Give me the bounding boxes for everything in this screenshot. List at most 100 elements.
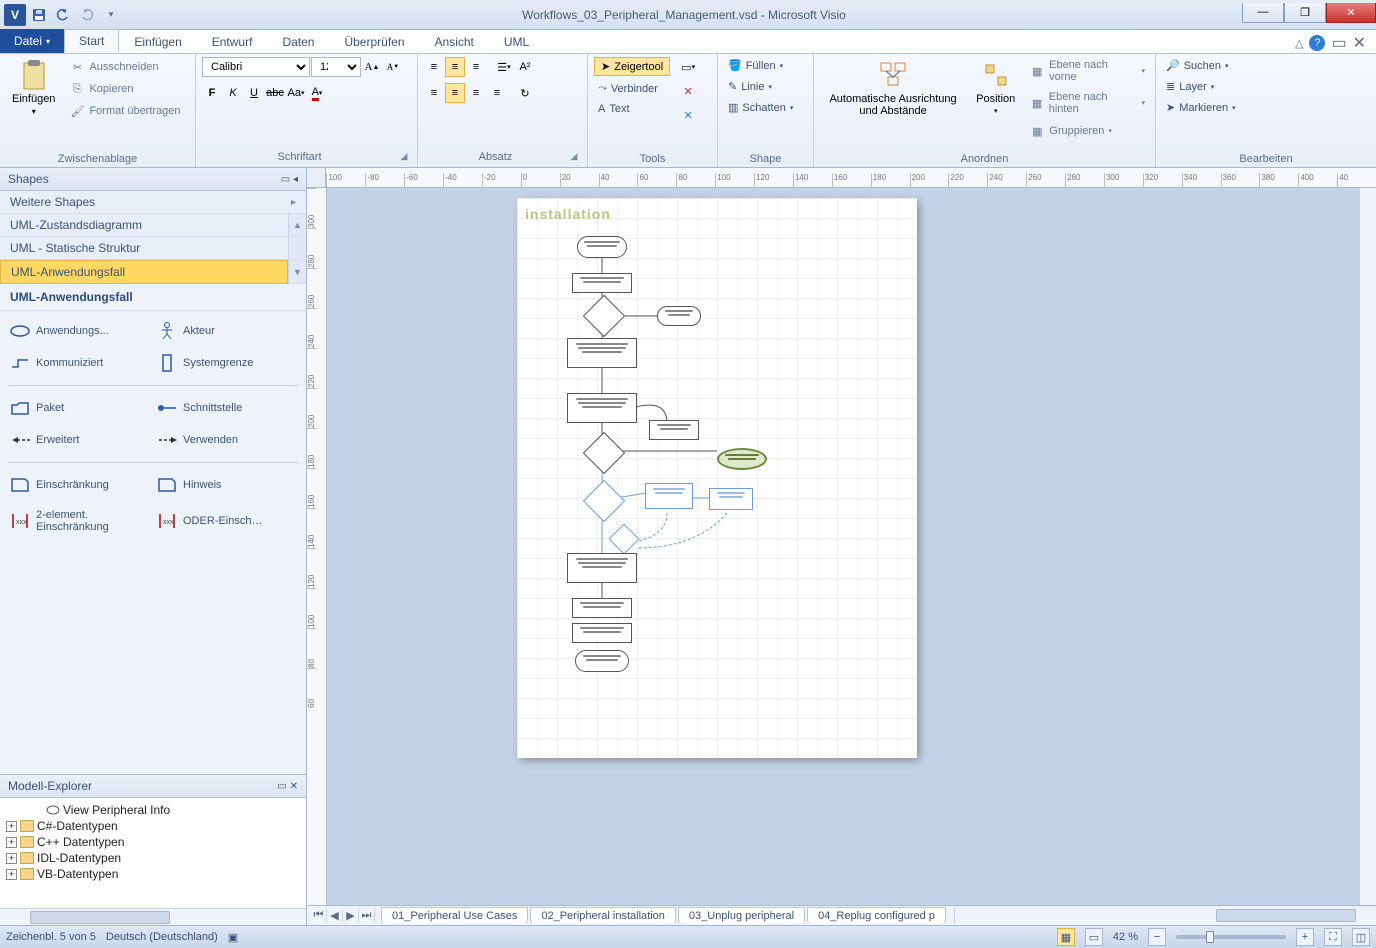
prev-page-button[interactable]: ◀: [327, 909, 343, 922]
font-color-button[interactable]: A▾: [307, 83, 327, 103]
page-tab-scrollbar[interactable]: [954, 907, 1376, 924]
page-tab[interactable]: 03_Unplug peripheral: [678, 907, 805, 924]
shadow-button[interactable]: ▥Schatten▾: [724, 99, 797, 116]
zoom-in-button[interactable]: +: [1296, 928, 1314, 946]
shape-stencil-item[interactable]: Akteur: [155, 317, 298, 345]
expand-icon[interactable]: +: [6, 837, 17, 848]
shape-stencil-item[interactable]: Anwendungs...: [8, 317, 151, 345]
align-bottom-button[interactable]: ≡: [466, 57, 486, 77]
shape-stencil-item[interactable]: Hinweis: [155, 471, 298, 499]
copy-button[interactable]: ⎘Kopieren: [65, 79, 184, 99]
position-button[interactable]: Position▾: [970, 57, 1021, 117]
auto-align-button[interactable]: Automatische Ausrichtung und Abstände: [820, 57, 966, 119]
delete-connector-button[interactable]: ✕: [678, 81, 698, 101]
shape-stencil-item[interactable]: Kommuniziert: [8, 349, 151, 377]
text-tool-button[interactable]: AText: [594, 101, 670, 117]
rectangle-tool-button[interactable]: ▭▾: [678, 57, 698, 77]
stencil-row[interactable]: UML-Anwendungsfall: [0, 260, 288, 284]
bullets-button[interactable]: ☰▾: [494, 57, 514, 77]
macro-record-icon[interactable]: ▣: [228, 931, 238, 944]
stencil-row[interactable]: UML - Statische Struktur: [0, 237, 288, 260]
stencil-scroll-icon[interactable]: ▼: [288, 260, 306, 284]
close-button[interactable]: ✕: [1326, 3, 1376, 23]
case-button[interactable]: Aa▾: [286, 83, 306, 103]
maximize-button[interactable]: ❐: [1284, 3, 1326, 23]
shape-stencil-item[interactable]: Systemgrenze: [155, 349, 298, 377]
drawing-canvas[interactable]: installation: [327, 188, 1359, 905]
redo-icon[interactable]: [76, 4, 98, 26]
last-page-button[interactable]: ⏭: [359, 909, 375, 922]
pane-options-icon[interactable]: ▭ ✕: [277, 781, 298, 792]
tab-entwurf[interactable]: Entwurf: [197, 29, 268, 53]
send-backward-button[interactable]: ▦Ebene nach hinten▾: [1025, 89, 1149, 117]
tree-row[interactable]: +VB-Datentypen: [6, 866, 300, 882]
tree-row[interactable]: View Peripheral Info: [6, 802, 300, 818]
view-fullscreen-button[interactable]: ▭: [1085, 928, 1103, 946]
stencil-scroll-icon[interactable]: [288, 237, 306, 260]
font-size-select[interactable]: 12pt.: [311, 57, 361, 77]
align-top-button[interactable]: ≡: [424, 57, 444, 77]
minimize-button[interactable]: —: [1242, 3, 1284, 23]
underline-button[interactable]: U: [244, 83, 264, 103]
fill-button[interactable]: 🪣Füllen▾: [724, 57, 797, 74]
tab-daten[interactable]: Daten: [267, 29, 329, 53]
qat-more-icon[interactable]: ▾: [100, 4, 122, 26]
shape-stencil-item[interactable]: xxxODER-Einsch…: [155, 503, 298, 539]
view-normal-button[interactable]: ▦: [1057, 928, 1075, 946]
visio-logo-icon[interactable]: V: [4, 4, 26, 26]
connector-tool-button[interactable]: ⤳Verbinder: [594, 80, 670, 97]
align-left-button[interactable]: ≡: [424, 83, 444, 103]
tab-ansicht[interactable]: Ansicht: [420, 29, 489, 53]
zoom-slider[interactable]: [1176, 935, 1286, 939]
page-tab[interactable]: 01_Peripheral Use Cases: [381, 907, 528, 924]
shape-stencil-item[interactable]: Schnittstelle: [155, 394, 298, 422]
zoom-level[interactable]: 42 %: [1113, 931, 1138, 943]
save-icon[interactable]: [28, 4, 50, 26]
stencil-row[interactable]: UML-Zustandsdiagramm: [0, 214, 288, 237]
bring-forward-button[interactable]: ▦Ebene nach vorne▾: [1025, 57, 1149, 85]
select-button[interactable]: ➤Markieren▾: [1162, 99, 1240, 116]
tab-überprüfen[interactable]: Überprüfen: [329, 29, 419, 53]
font-name-select[interactable]: Calibri: [202, 57, 310, 77]
italic-button[interactable]: K: [223, 83, 243, 103]
expand-icon[interactable]: +: [6, 821, 17, 832]
increase-font-button[interactable]: A▲: [362, 57, 382, 77]
tab-start[interactable]: Start: [64, 29, 119, 53]
file-tab[interactable]: Datei ▾: [0, 29, 64, 53]
shape-stencil-item[interactable]: Paket: [8, 394, 151, 422]
dialog-launcher-icon[interactable]: ◢: [567, 151, 581, 165]
shape-stencil-item[interactable]: xxx2-element. Einschränkung: [8, 503, 151, 539]
format-painter-button[interactable]: 🖌Format übertragen: [65, 101, 184, 121]
strike-button[interactable]: abc: [265, 83, 285, 103]
align-right-button[interactable]: ≡: [466, 83, 486, 103]
bold-button[interactable]: F: [202, 83, 222, 103]
layer-button[interactable]: ≣Layer▾: [1162, 78, 1240, 95]
expand-icon[interactable]: +: [6, 869, 17, 880]
pointer-tool-button[interactable]: ➤Zeigertool: [594, 57, 670, 76]
dialog-launcher-icon[interactable]: ◢: [397, 151, 411, 165]
window-close-icon[interactable]: ✕: [1353, 33, 1366, 53]
horizontal-scrollbar[interactable]: [0, 908, 306, 925]
tab-uml[interactable]: UML: [489, 29, 544, 53]
find-button[interactable]: 🔎Suchen▾: [1162, 57, 1240, 74]
connection-point-button[interactable]: ✕: [678, 105, 698, 125]
page-tab[interactable]: 04_Replug configured p: [807, 907, 946, 924]
next-page-button[interactable]: ▶: [343, 909, 359, 922]
paste-button[interactable]: Einfügen ▾: [6, 57, 61, 118]
status-language[interactable]: Deutsch (Deutschland): [106, 931, 218, 943]
page-tab[interactable]: 02_Peripheral installation: [530, 907, 676, 924]
undo-icon[interactable]: [52, 4, 74, 26]
tree-row[interactable]: +C++ Datentypen: [6, 834, 300, 850]
tree-row[interactable]: +C#-Datentypen: [6, 818, 300, 834]
minimize-ribbon-icon[interactable]: △: [1295, 37, 1303, 50]
tree-row[interactable]: +IDL-Datentypen: [6, 850, 300, 866]
tab-einfügen[interactable]: Einfügen: [119, 29, 196, 53]
cut-button[interactable]: ✂Ausschneiden: [65, 57, 184, 77]
expand-icon[interactable]: +: [6, 853, 17, 864]
zoom-out-button[interactable]: −: [1148, 928, 1166, 946]
justify-button[interactable]: ≡: [487, 83, 507, 103]
more-shapes-row[interactable]: Weitere Shapes▸: [0, 191, 306, 214]
window-restore-icon[interactable]: ▭: [1331, 33, 1346, 53]
shape-stencil-item[interactable]: Einschränkung: [8, 471, 151, 499]
group-button[interactable]: ▦Gruppieren▾: [1025, 121, 1149, 141]
